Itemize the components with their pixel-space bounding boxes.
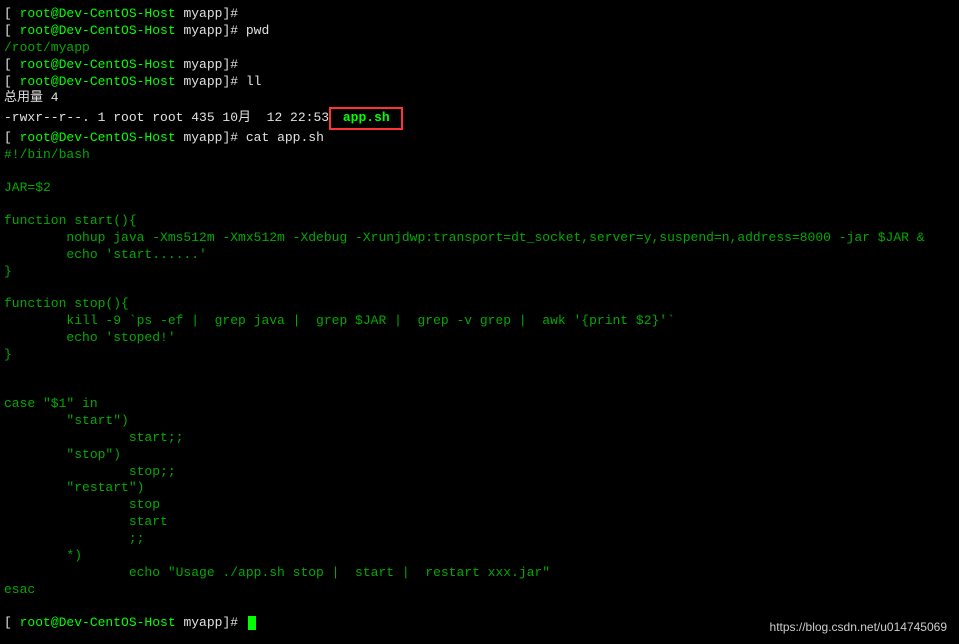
script-line: JAR=$2	[4, 180, 955, 197]
highlighted-file: app.sh	[329, 107, 403, 130]
script-line: function stop(){	[4, 296, 955, 313]
script-line: start;;	[4, 430, 955, 447]
script-line: stop;;	[4, 464, 955, 481]
script-line: echo "Usage ./app.sh stop | start | rest…	[4, 565, 955, 582]
script-line: }	[4, 264, 955, 281]
prompt-line: [ root@Dev-CentOS-Host myapp]# pwd	[4, 23, 955, 40]
script-line: "stop")	[4, 447, 955, 464]
script-line: ;;	[4, 531, 955, 548]
script-line: case "$1" in	[4, 396, 955, 413]
script-line: }	[4, 347, 955, 364]
script-line: start	[4, 514, 955, 531]
script-line: nohup java -Xms512m -Xmx512m -Xdebug -Xr…	[4, 230, 955, 247]
watermark-text: https://blog.csdn.net/u014745069	[770, 620, 947, 636]
script-line: #!/bin/bash	[4, 147, 955, 164]
prompt-line: [ root@Dev-CentOS-Host myapp]#	[4, 57, 955, 74]
script-line: esac	[4, 582, 955, 599]
ll-total: 总用量 4	[4, 90, 955, 107]
script-line: "restart")	[4, 480, 955, 497]
ll-row: -rwxr--r--. 1 root root 435 10月 12 22:53…	[4, 107, 955, 130]
prompt-line: [ root@Dev-CentOS-Host myapp]#	[4, 6, 955, 23]
cursor-icon	[248, 616, 256, 630]
script-line: stop	[4, 497, 955, 514]
script-line: *)	[4, 548, 955, 565]
script-line: echo 'stoped!'	[4, 330, 955, 347]
terminal-output: [ root@Dev-CentOS-Host myapp]# [ root@De…	[4, 6, 955, 632]
script-line: "start")	[4, 413, 955, 430]
script-line: kill -9 `ps -ef | grep java | grep $JAR …	[4, 313, 955, 330]
prompt-line: [ root@Dev-CentOS-Host myapp]# ll	[4, 74, 955, 91]
script-line: echo 'start......'	[4, 247, 955, 264]
script-line: function start(){	[4, 213, 955, 230]
prompt-line: [ root@Dev-CentOS-Host myapp]# cat app.s…	[4, 130, 955, 147]
pwd-output: /root/myapp	[4, 40, 955, 57]
